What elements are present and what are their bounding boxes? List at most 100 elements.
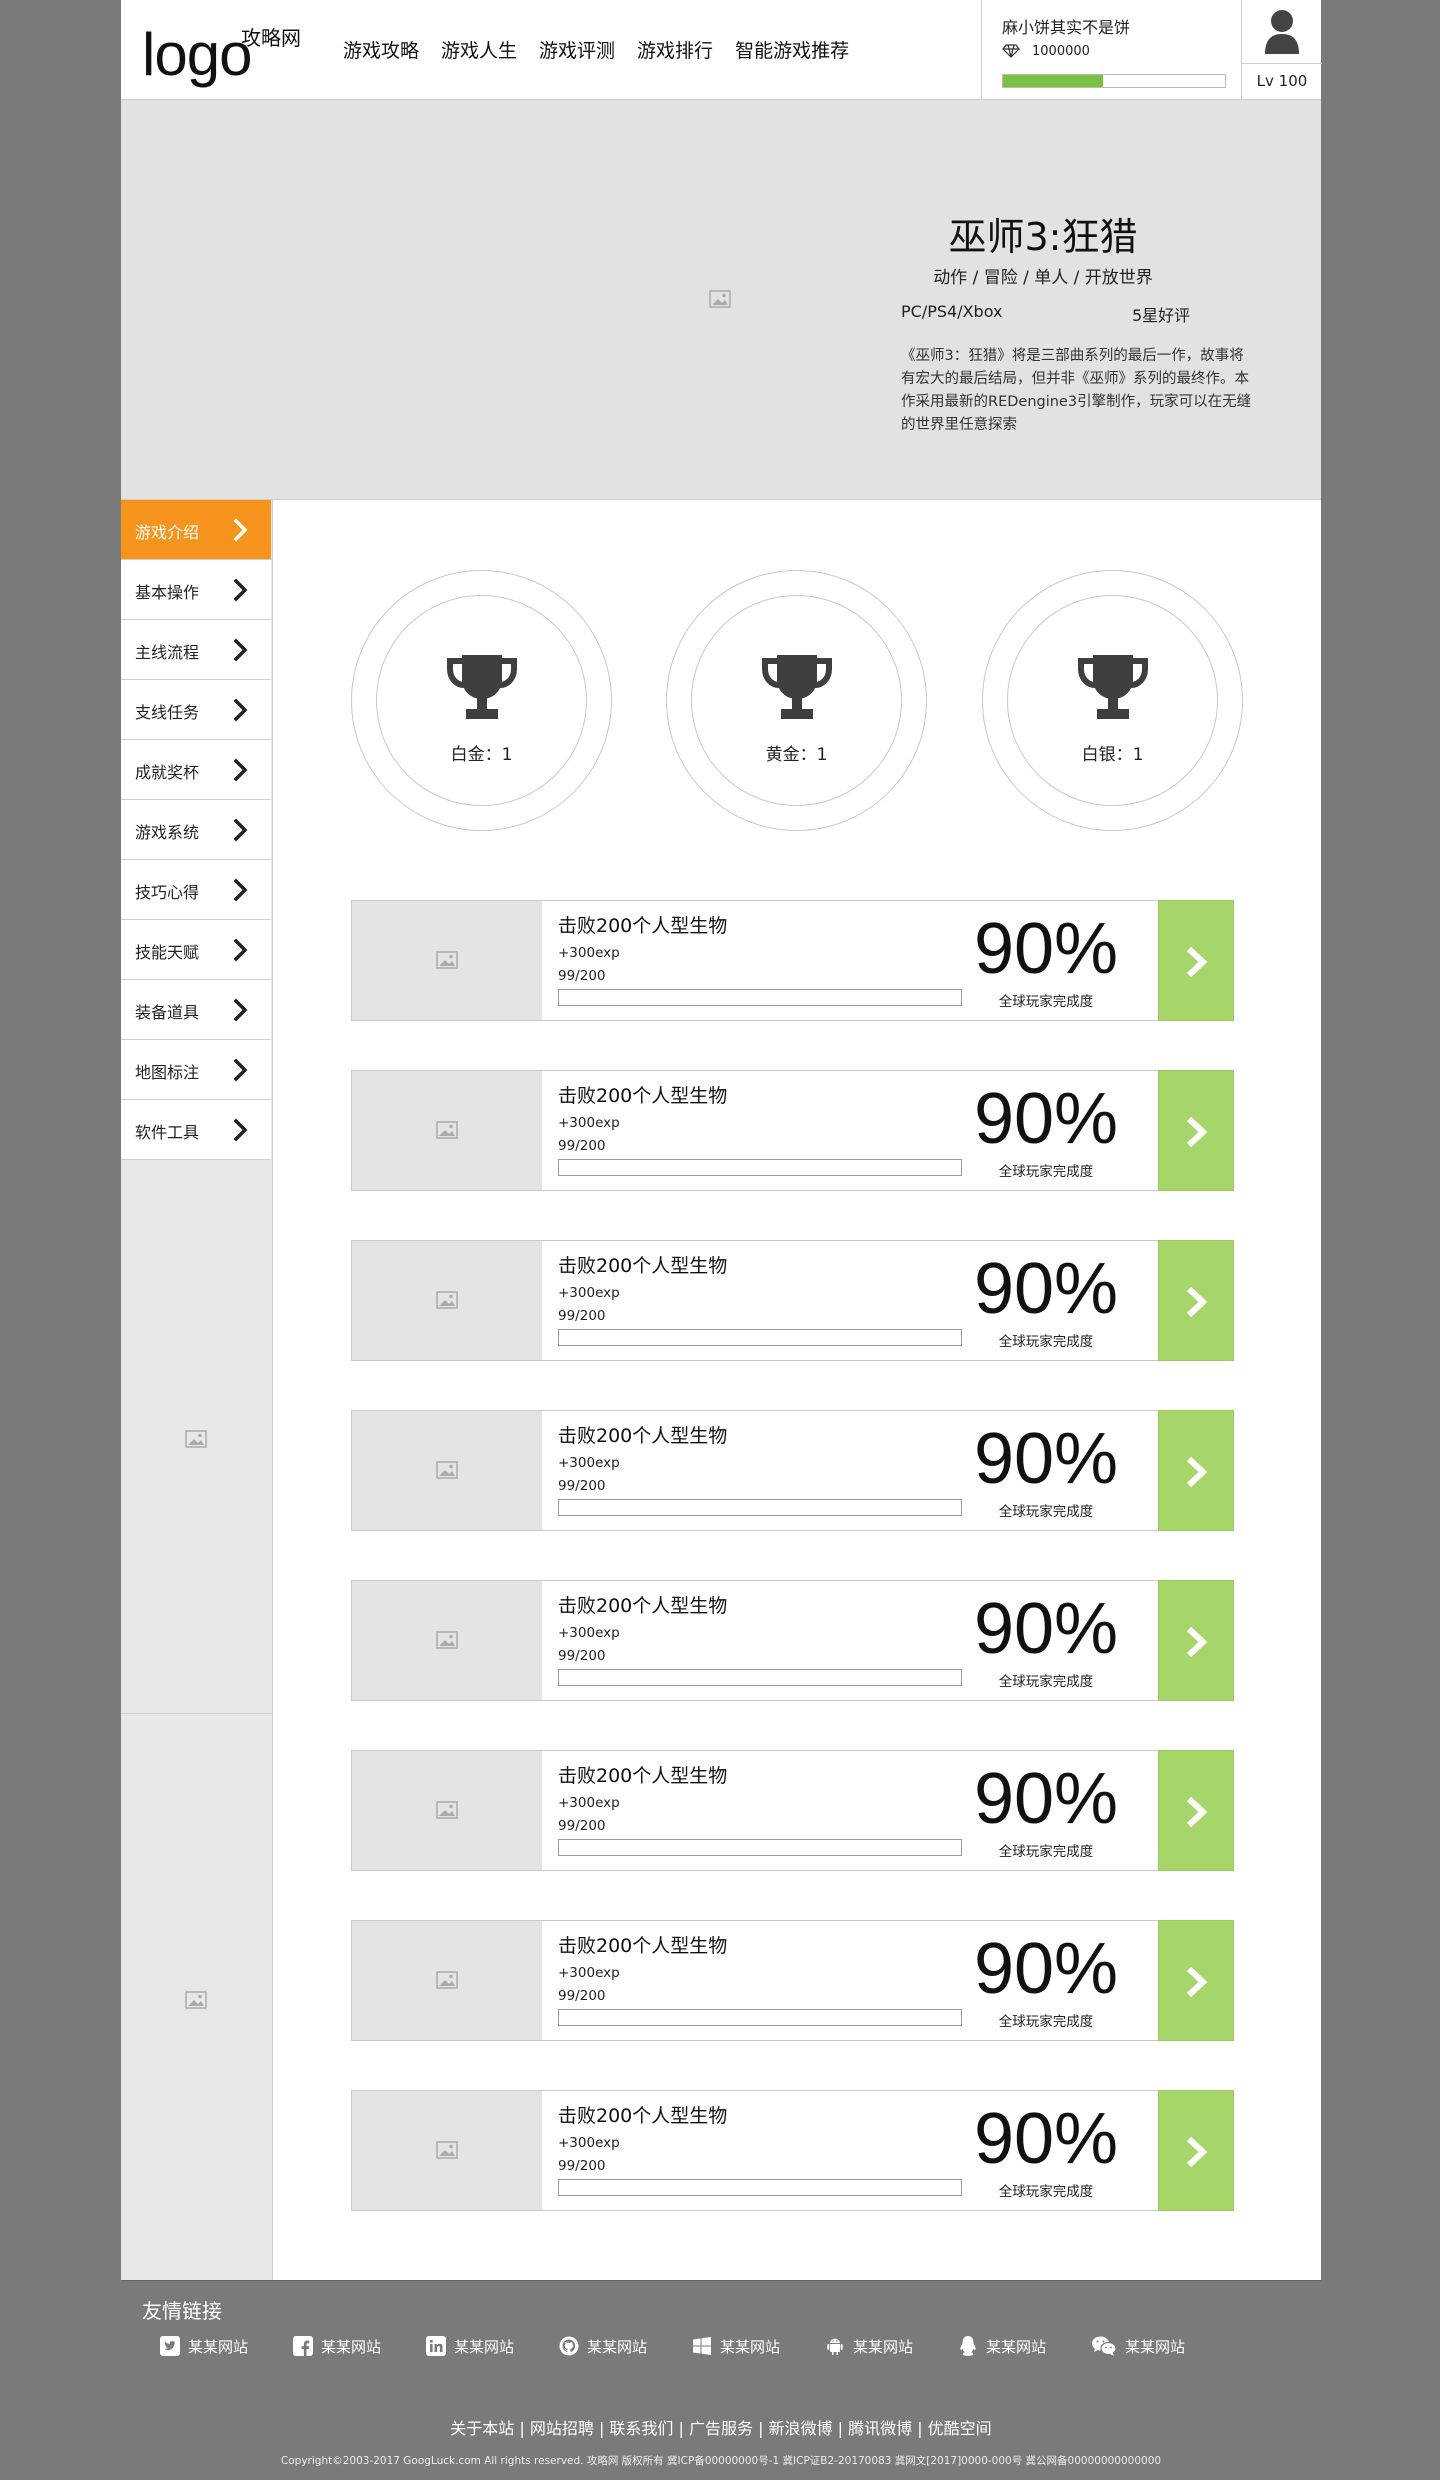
- chevron-right-icon: [233, 698, 249, 722]
- sidebar-item[interactable]: 成就奖杯: [121, 740, 271, 800]
- achievement-image: [352, 1581, 542, 1700]
- achievement-image: [352, 1751, 542, 1870]
- trophy-icon: [444, 651, 520, 727]
- sidebar-item[interactable]: 游戏系统: [121, 800, 271, 860]
- achievement-exp: +300exp: [558, 1965, 620, 1981]
- achievement-detail-button[interactable]: [1158, 2090, 1234, 2211]
- friend-link-label: 某某网站: [1125, 2337, 1186, 2356]
- friend-link[interactable]: 某某网站: [293, 2335, 426, 2357]
- achievement-progress-bar: [558, 989, 962, 1006]
- avatar[interactable]: [1242, 0, 1322, 64]
- achievement-progress-bar: [558, 1329, 962, 1346]
- logo[interactable]: logo: [142, 20, 252, 89]
- nav-item-life[interactable]: 游戏人生: [441, 36, 517, 63]
- achievement-detail-button[interactable]: [1158, 1410, 1234, 1531]
- sidebar-item[interactable]: 主线流程: [121, 620, 271, 680]
- footer-nav[interactable]: 关于本站 | 网站招聘 | 联系我们 | 广告服务 | 新浪微博 | 腾讯微博 …: [121, 2415, 1321, 2439]
- sidebar-item-label: 游戏系统: [135, 823, 200, 842]
- achievement-detail-button[interactable]: [1158, 1070, 1234, 1191]
- sidebar-item[interactable]: 游戏介绍: [121, 500, 271, 560]
- site-name: 攻略网: [241, 26, 301, 50]
- achievement-title: 击败200个人型生物: [558, 1255, 728, 1277]
- friend-link-label: 某某网站: [720, 2337, 781, 2356]
- achievement-image: [352, 2091, 542, 2210]
- completion-label: 全球玩家完成度: [998, 1674, 1094, 1690]
- achievement-progress-bar: [558, 1159, 962, 1176]
- sidebar-item-label: 主线流程: [135, 643, 200, 662]
- friend-link[interactable]: 某某网站: [692, 2335, 825, 2357]
- copyright: Copyright©2003-2017 GoogLuck.com All rig…: [280, 2455, 1162, 2467]
- game-title: 巫师3:狂猎: [948, 215, 1138, 259]
- nav-item-recommend[interactable]: 智能游戏推荐: [735, 36, 849, 63]
- sidebar-item[interactable]: 基本操作: [121, 560, 271, 620]
- github-icon: [559, 2336, 587, 2356]
- user-panel: 麻小饼其实不是饼 1000000: [981, 0, 1241, 100]
- wechat-icon: [1091, 2335, 1125, 2357]
- friend-link[interactable]: 某某网站: [958, 2335, 1091, 2357]
- friend-link[interactable]: 某某网站: [559, 2335, 692, 2357]
- image-placeholder-icon: [185, 1991, 207, 2009]
- friend-link[interactable]: 某某网站: [1091, 2335, 1224, 2357]
- nav-item-rankings[interactable]: 游戏排行: [637, 36, 713, 63]
- achievement-detail-button[interactable]: [1158, 1750, 1234, 1871]
- completion-percent: 90%: [973, 1079, 1119, 1159]
- sidebar-item[interactable]: 地图标注: [121, 1040, 271, 1100]
- game-banner: 巫师3:狂猎 动作 / 冒险 / 单人 / 开放世界 PC/PS4/Xbox 5…: [121, 100, 1321, 500]
- sidebar-item[interactable]: 支线任务: [121, 680, 271, 740]
- achievement-image: [352, 901, 542, 1020]
- sidebar-item[interactable]: 技能天赋: [121, 920, 271, 980]
- achievement-count: 99/200: [558, 968, 606, 984]
- friend-link[interactable]: 某某网站: [160, 2335, 293, 2357]
- friend-link-label: 某某网站: [587, 2337, 648, 2356]
- achievement-exp: +300exp: [558, 1455, 620, 1471]
- sidebar-item[interactable]: 软件工具: [121, 1100, 271, 1160]
- achievement-card: 击败200个人型生物 +300exp 99/200 90% 全球玩家完成度: [351, 1240, 1234, 1361]
- achievement-title: 击败200个人型生物: [558, 2105, 728, 2127]
- user-avatar-icon: [1265, 10, 1299, 54]
- achievement-detail-button[interactable]: [1158, 1920, 1234, 2041]
- achievement-exp: +300exp: [558, 1115, 620, 1131]
- achievement-progress-bar: [558, 1499, 962, 1516]
- avatar-panel[interactable]: Lv 100: [1241, 0, 1322, 100]
- chevron-right-icon: [233, 638, 249, 662]
- friend-link[interactable]: 某某网站: [825, 2335, 958, 2357]
- achievement-count: 99/200: [558, 1988, 606, 2004]
- achievement-card: 击败200个人型生物 +300exp 99/200 90% 全球玩家完成度: [351, 2090, 1234, 2211]
- completion-percent: 90%: [973, 909, 1119, 989]
- sidebar-item[interactable]: 技巧心得: [121, 860, 271, 920]
- windows-icon: [692, 2336, 720, 2356]
- completion-label: 全球玩家完成度: [998, 1334, 1094, 1350]
- trophy-icon: [759, 651, 835, 727]
- achievement-detail-button[interactable]: [1158, 900, 1234, 1021]
- twitter-icon: [160, 2336, 188, 2356]
- nav-item-guides[interactable]: 游戏攻略: [343, 36, 419, 63]
- achievement-title: 击败200个人型生物: [558, 1425, 728, 1447]
- sidebar-item[interactable]: 装备道具: [121, 980, 271, 1040]
- achievement-detail-button[interactable]: [1158, 1580, 1234, 1701]
- friend-links-title: 友情链接: [142, 2299, 222, 2323]
- friend-links: 某某网站 某某网站 某某网站 某某网站 某某网站 某某网站 某某网站 某某网站: [160, 2335, 1224, 2357]
- completion-label: 全球玩家完成度: [998, 2014, 1094, 2030]
- sidebar-item-label: 软件工具: [135, 1123, 200, 1142]
- xp-progress-fill: [1003, 75, 1103, 87]
- sidebar: 游戏介绍 基本操作主线流程支线任务 成就奖杯游戏系统技巧心得 技能天赋装备道具地图标注…: [121, 500, 273, 2280]
- achievement-detail-button[interactable]: [1158, 1240, 1234, 1361]
- friend-link[interactable]: 某某网站: [426, 2335, 559, 2357]
- achievement-card: 击败200个人型生物 +300exp 99/200 90% 全球玩家完成度: [351, 1070, 1234, 1191]
- chevron-right-icon: [233, 1118, 249, 1142]
- user-name[interactable]: 麻小饼其实不是饼: [1002, 14, 1130, 38]
- trophy-icon: [1075, 651, 1151, 727]
- game-genres: 动作 / 冒险 / 单人 / 开放世界: [933, 268, 1153, 288]
- diamond-icon: [1002, 44, 1020, 58]
- achievement-progress-bar: [558, 1839, 962, 1856]
- friend-link-label: 某某网站: [853, 2337, 914, 2356]
- sidebar-item-label: 装备道具: [135, 1003, 200, 1022]
- nav-item-reviews[interactable]: 游戏评测: [539, 36, 615, 63]
- trophy-label: 白金：1: [450, 745, 513, 765]
- achievement-image: [352, 1921, 542, 2040]
- completion-percent: 90%: [973, 1589, 1119, 1669]
- image-placeholder-icon: [436, 951, 458, 969]
- friend-link-label: 某某网站: [188, 2337, 249, 2356]
- achievement-title: 击败200个人型生物: [558, 915, 728, 937]
- achievement-card: 击败200个人型生物 +300exp 99/200 90% 全球玩家完成度: [351, 1410, 1234, 1531]
